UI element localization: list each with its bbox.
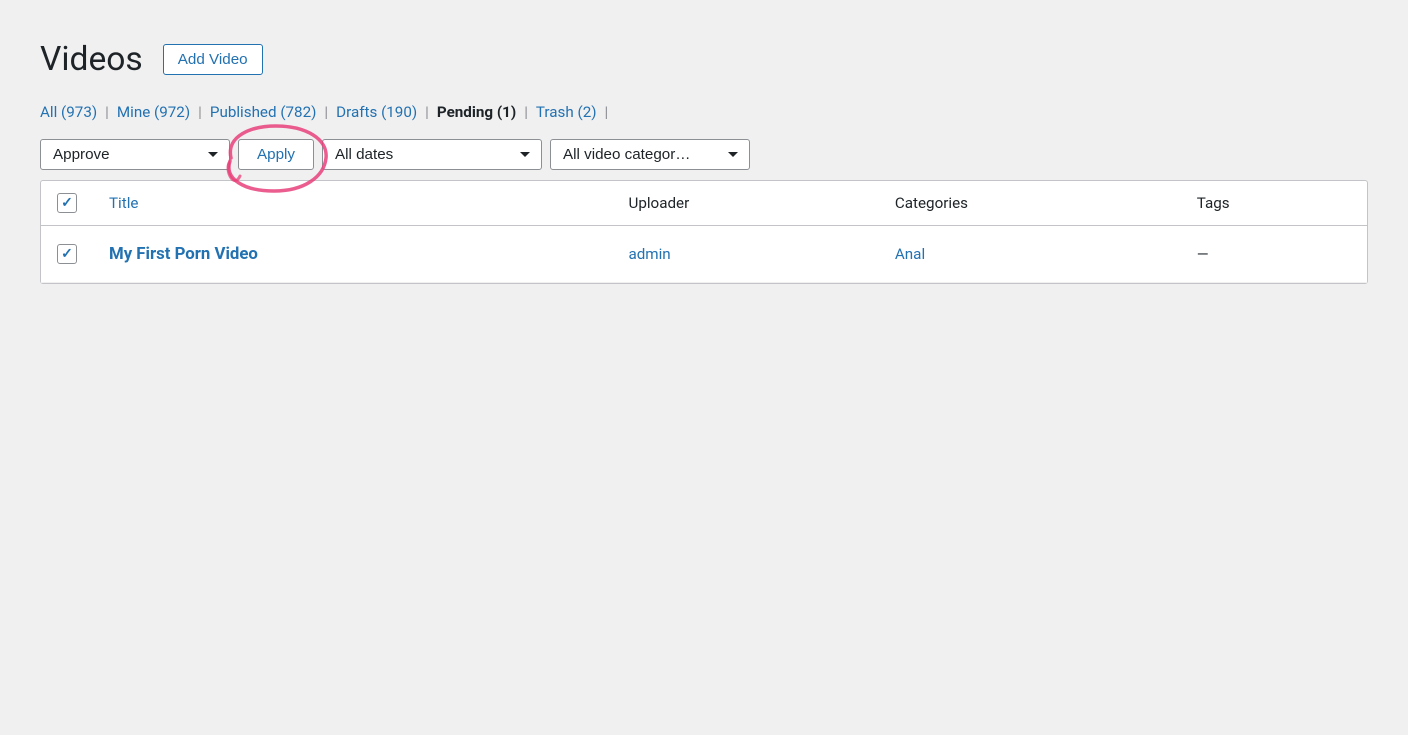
th-tags: Tags: [1181, 181, 1367, 226]
th-uploader: Uploader: [612, 181, 878, 226]
sep-4: |: [425, 103, 429, 121]
sep-5: |: [524, 103, 528, 121]
tags-value: —: [1197, 245, 1209, 263]
table-header-row: Title Uploader Categories Tags: [41, 181, 1367, 226]
row-uploader-cell: admin: [612, 226, 878, 283]
sep-6: |: [605, 103, 609, 121]
category-filter-select[interactable]: All video categor…: [550, 139, 750, 170]
th-categories: Categories: [879, 181, 1181, 226]
filter-link-drafts[interactable]: Drafts (190): [336, 103, 417, 121]
page-header: Videos Add Video: [40, 40, 1368, 79]
th-title[interactable]: Title: [93, 181, 612, 226]
sep-1: |: [105, 103, 109, 121]
select-all-checkbox[interactable]: [57, 193, 77, 213]
category-link[interactable]: Anal: [895, 245, 925, 263]
table-row: My First Porn Video admin Anal —: [41, 226, 1367, 283]
row-categories-cell: Anal: [879, 226, 1181, 283]
uploader-link[interactable]: admin: [628, 245, 670, 263]
bulk-action-select[interactable]: Approve: [40, 139, 230, 170]
sep-2: |: [198, 103, 202, 121]
sep-3: |: [324, 103, 328, 121]
toolbar: Approve Apply All dates All video catego…: [40, 139, 1368, 170]
filter-link-mine[interactable]: Mine (972): [117, 103, 190, 121]
filter-link-pending: Pending (1): [437, 103, 516, 121]
apply-btn-wrapper: Apply: [238, 139, 314, 170]
apply-button[interactable]: Apply: [238, 139, 314, 170]
row-title-cell: My First Porn Video: [93, 226, 612, 283]
row-checkbox-cell: [41, 226, 93, 283]
videos-table-container: Title Uploader Categories Tags My F: [40, 180, 1368, 284]
video-title-link[interactable]: My First Porn Video: [109, 244, 258, 264]
add-video-button[interactable]: Add Video: [163, 44, 263, 75]
videos-table: Title Uploader Categories Tags My F: [41, 181, 1367, 283]
row-checkbox[interactable]: [57, 244, 77, 264]
filter-links-bar: All (973) | Mine (972) | Published (782)…: [40, 103, 1368, 121]
filter-link-all[interactable]: All (973): [40, 103, 97, 121]
filter-link-published[interactable]: Published (782): [210, 103, 317, 121]
row-tags-cell: —: [1181, 226, 1367, 283]
page-title: Videos: [40, 40, 143, 79]
date-filter-select[interactable]: All dates: [322, 139, 542, 170]
filter-link-trash[interactable]: Trash (2): [536, 103, 597, 121]
th-checkbox: [41, 181, 93, 226]
